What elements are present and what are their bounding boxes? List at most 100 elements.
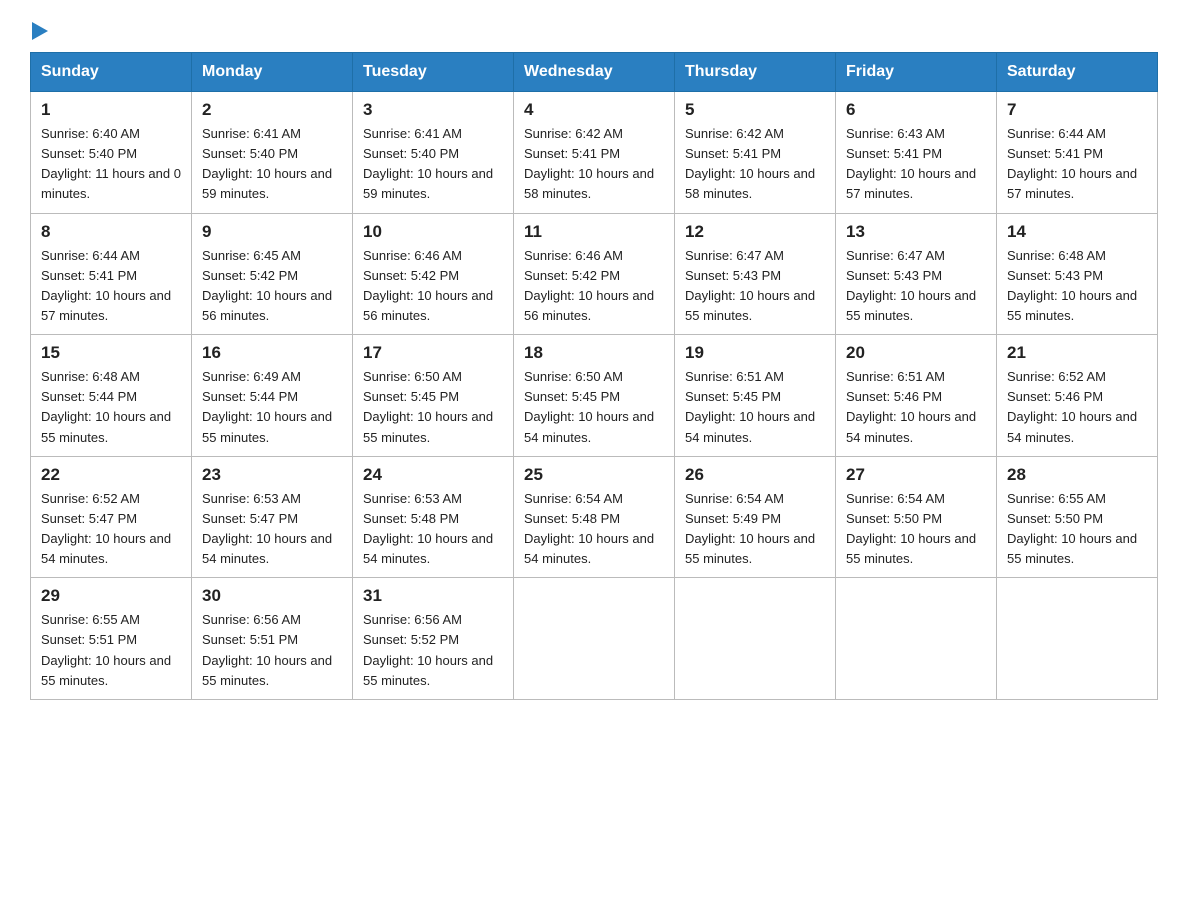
calendar-cell: 29 Sunrise: 6:55 AMSunset: 5:51 PMDaylig… <box>31 578 192 700</box>
calendar-cell: 12 Sunrise: 6:47 AMSunset: 5:43 PMDaylig… <box>675 213 836 335</box>
calendar-cell: 31 Sunrise: 6:56 AMSunset: 5:52 PMDaylig… <box>353 578 514 700</box>
day-info: Sunrise: 6:51 AMSunset: 5:45 PMDaylight:… <box>685 367 825 448</box>
day-number: 14 <box>1007 222 1147 242</box>
day-number: 29 <box>41 586 181 606</box>
calendar-cell: 22 Sunrise: 6:52 AMSunset: 5:47 PMDaylig… <box>31 456 192 578</box>
day-header-sunday: Sunday <box>31 53 192 92</box>
calendar-cell: 8 Sunrise: 6:44 AMSunset: 5:41 PMDayligh… <box>31 213 192 335</box>
day-info: Sunrise: 6:41 AMSunset: 5:40 PMDaylight:… <box>363 124 503 205</box>
day-number: 21 <box>1007 343 1147 363</box>
day-info: Sunrise: 6:54 AMSunset: 5:50 PMDaylight:… <box>846 489 986 570</box>
calendar-cell: 6 Sunrise: 6:43 AMSunset: 5:41 PMDayligh… <box>836 92 997 214</box>
day-number: 2 <box>202 100 342 120</box>
day-info: Sunrise: 6:54 AMSunset: 5:48 PMDaylight:… <box>524 489 664 570</box>
day-info: Sunrise: 6:45 AMSunset: 5:42 PMDaylight:… <box>202 246 342 327</box>
day-info: Sunrise: 6:42 AMSunset: 5:41 PMDaylight:… <box>685 124 825 205</box>
day-info: Sunrise: 6:48 AMSunset: 5:44 PMDaylight:… <box>41 367 181 448</box>
calendar-cell: 28 Sunrise: 6:55 AMSunset: 5:50 PMDaylig… <box>997 456 1158 578</box>
day-number: 4 <box>524 100 664 120</box>
day-number: 18 <box>524 343 664 363</box>
day-header-wednesday: Wednesday <box>514 53 675 92</box>
day-info: Sunrise: 6:40 AMSunset: 5:40 PMDaylight:… <box>41 124 181 205</box>
page-header <box>30 20 1158 34</box>
day-header-saturday: Saturday <box>997 53 1158 92</box>
calendar-cell: 2 Sunrise: 6:41 AMSunset: 5:40 PMDayligh… <box>192 92 353 214</box>
day-info: Sunrise: 6:55 AMSunset: 5:50 PMDaylight:… <box>1007 489 1147 570</box>
day-info: Sunrise: 6:41 AMSunset: 5:40 PMDaylight:… <box>202 124 342 205</box>
calendar-cell: 7 Sunrise: 6:44 AMSunset: 5:41 PMDayligh… <box>997 92 1158 214</box>
day-info: Sunrise: 6:44 AMSunset: 5:41 PMDaylight:… <box>41 246 181 327</box>
day-number: 9 <box>202 222 342 242</box>
day-info: Sunrise: 6:43 AMSunset: 5:41 PMDaylight:… <box>846 124 986 205</box>
day-info: Sunrise: 6:54 AMSunset: 5:49 PMDaylight:… <box>685 489 825 570</box>
day-number: 17 <box>363 343 503 363</box>
day-number: 23 <box>202 465 342 485</box>
calendar-cell: 9 Sunrise: 6:45 AMSunset: 5:42 PMDayligh… <box>192 213 353 335</box>
day-number: 1 <box>41 100 181 120</box>
day-info: Sunrise: 6:55 AMSunset: 5:51 PMDaylight:… <box>41 610 181 691</box>
day-info: Sunrise: 6:42 AMSunset: 5:41 PMDaylight:… <box>524 124 664 205</box>
day-info: Sunrise: 6:48 AMSunset: 5:43 PMDaylight:… <box>1007 246 1147 327</box>
day-info: Sunrise: 6:53 AMSunset: 5:47 PMDaylight:… <box>202 489 342 570</box>
day-number: 7 <box>1007 100 1147 120</box>
logo <box>30 20 48 34</box>
day-number: 26 <box>685 465 825 485</box>
calendar-week-row: 29 Sunrise: 6:55 AMSunset: 5:51 PMDaylig… <box>31 578 1158 700</box>
day-info: Sunrise: 6:52 AMSunset: 5:47 PMDaylight:… <box>41 489 181 570</box>
day-info: Sunrise: 6:50 AMSunset: 5:45 PMDaylight:… <box>363 367 503 448</box>
day-number: 10 <box>363 222 503 242</box>
day-number: 3 <box>363 100 503 120</box>
calendar-cell: 24 Sunrise: 6:53 AMSunset: 5:48 PMDaylig… <box>353 456 514 578</box>
logo-arrow-icon <box>32 22 48 40</box>
day-number: 13 <box>846 222 986 242</box>
day-number: 30 <box>202 586 342 606</box>
day-number: 25 <box>524 465 664 485</box>
day-info: Sunrise: 6:56 AMSunset: 5:51 PMDaylight:… <box>202 610 342 691</box>
calendar-week-row: 15 Sunrise: 6:48 AMSunset: 5:44 PMDaylig… <box>31 335 1158 457</box>
calendar-cell: 30 Sunrise: 6:56 AMSunset: 5:51 PMDaylig… <box>192 578 353 700</box>
day-info: Sunrise: 6:52 AMSunset: 5:46 PMDaylight:… <box>1007 367 1147 448</box>
day-number: 24 <box>363 465 503 485</box>
day-header-thursday: Thursday <box>675 53 836 92</box>
day-number: 11 <box>524 222 664 242</box>
calendar-cell: 4 Sunrise: 6:42 AMSunset: 5:41 PMDayligh… <box>514 92 675 214</box>
day-info: Sunrise: 6:46 AMSunset: 5:42 PMDaylight:… <box>363 246 503 327</box>
calendar-cell: 18 Sunrise: 6:50 AMSunset: 5:45 PMDaylig… <box>514 335 675 457</box>
calendar-cell: 10 Sunrise: 6:46 AMSunset: 5:42 PMDaylig… <box>353 213 514 335</box>
day-info: Sunrise: 6:44 AMSunset: 5:41 PMDaylight:… <box>1007 124 1147 205</box>
calendar-cell <box>675 578 836 700</box>
day-number: 19 <box>685 343 825 363</box>
day-number: 31 <box>363 586 503 606</box>
calendar-cell: 13 Sunrise: 6:47 AMSunset: 5:43 PMDaylig… <box>836 213 997 335</box>
calendar-cell: 21 Sunrise: 6:52 AMSunset: 5:46 PMDaylig… <box>997 335 1158 457</box>
calendar-table: SundayMondayTuesdayWednesdayThursdayFrid… <box>30 52 1158 700</box>
day-number: 28 <box>1007 465 1147 485</box>
calendar-cell <box>836 578 997 700</box>
day-number: 6 <box>846 100 986 120</box>
day-number: 15 <box>41 343 181 363</box>
day-number: 8 <box>41 222 181 242</box>
calendar-cell: 23 Sunrise: 6:53 AMSunset: 5:47 PMDaylig… <box>192 456 353 578</box>
calendar-cell: 5 Sunrise: 6:42 AMSunset: 5:41 PMDayligh… <box>675 92 836 214</box>
calendar-cell: 19 Sunrise: 6:51 AMSunset: 5:45 PMDaylig… <box>675 335 836 457</box>
day-header-monday: Monday <box>192 53 353 92</box>
calendar-week-row: 8 Sunrise: 6:44 AMSunset: 5:41 PMDayligh… <box>31 213 1158 335</box>
day-info: Sunrise: 6:50 AMSunset: 5:45 PMDaylight:… <box>524 367 664 448</box>
day-info: Sunrise: 6:47 AMSunset: 5:43 PMDaylight:… <box>846 246 986 327</box>
calendar-cell: 17 Sunrise: 6:50 AMSunset: 5:45 PMDaylig… <box>353 335 514 457</box>
calendar-cell <box>514 578 675 700</box>
day-number: 12 <box>685 222 825 242</box>
day-number: 5 <box>685 100 825 120</box>
day-number: 16 <box>202 343 342 363</box>
day-number: 20 <box>846 343 986 363</box>
day-info: Sunrise: 6:47 AMSunset: 5:43 PMDaylight:… <box>685 246 825 327</box>
day-info: Sunrise: 6:46 AMSunset: 5:42 PMDaylight:… <box>524 246 664 327</box>
calendar-cell: 16 Sunrise: 6:49 AMSunset: 5:44 PMDaylig… <box>192 335 353 457</box>
day-info: Sunrise: 6:51 AMSunset: 5:46 PMDaylight:… <box>846 367 986 448</box>
calendar-cell: 25 Sunrise: 6:54 AMSunset: 5:48 PMDaylig… <box>514 456 675 578</box>
calendar-week-row: 1 Sunrise: 6:40 AMSunset: 5:40 PMDayligh… <box>31 92 1158 214</box>
calendar-header-row: SundayMondayTuesdayWednesdayThursdayFrid… <box>31 53 1158 92</box>
day-header-tuesday: Tuesday <box>353 53 514 92</box>
day-header-friday: Friday <box>836 53 997 92</box>
calendar-cell: 14 Sunrise: 6:48 AMSunset: 5:43 PMDaylig… <box>997 213 1158 335</box>
